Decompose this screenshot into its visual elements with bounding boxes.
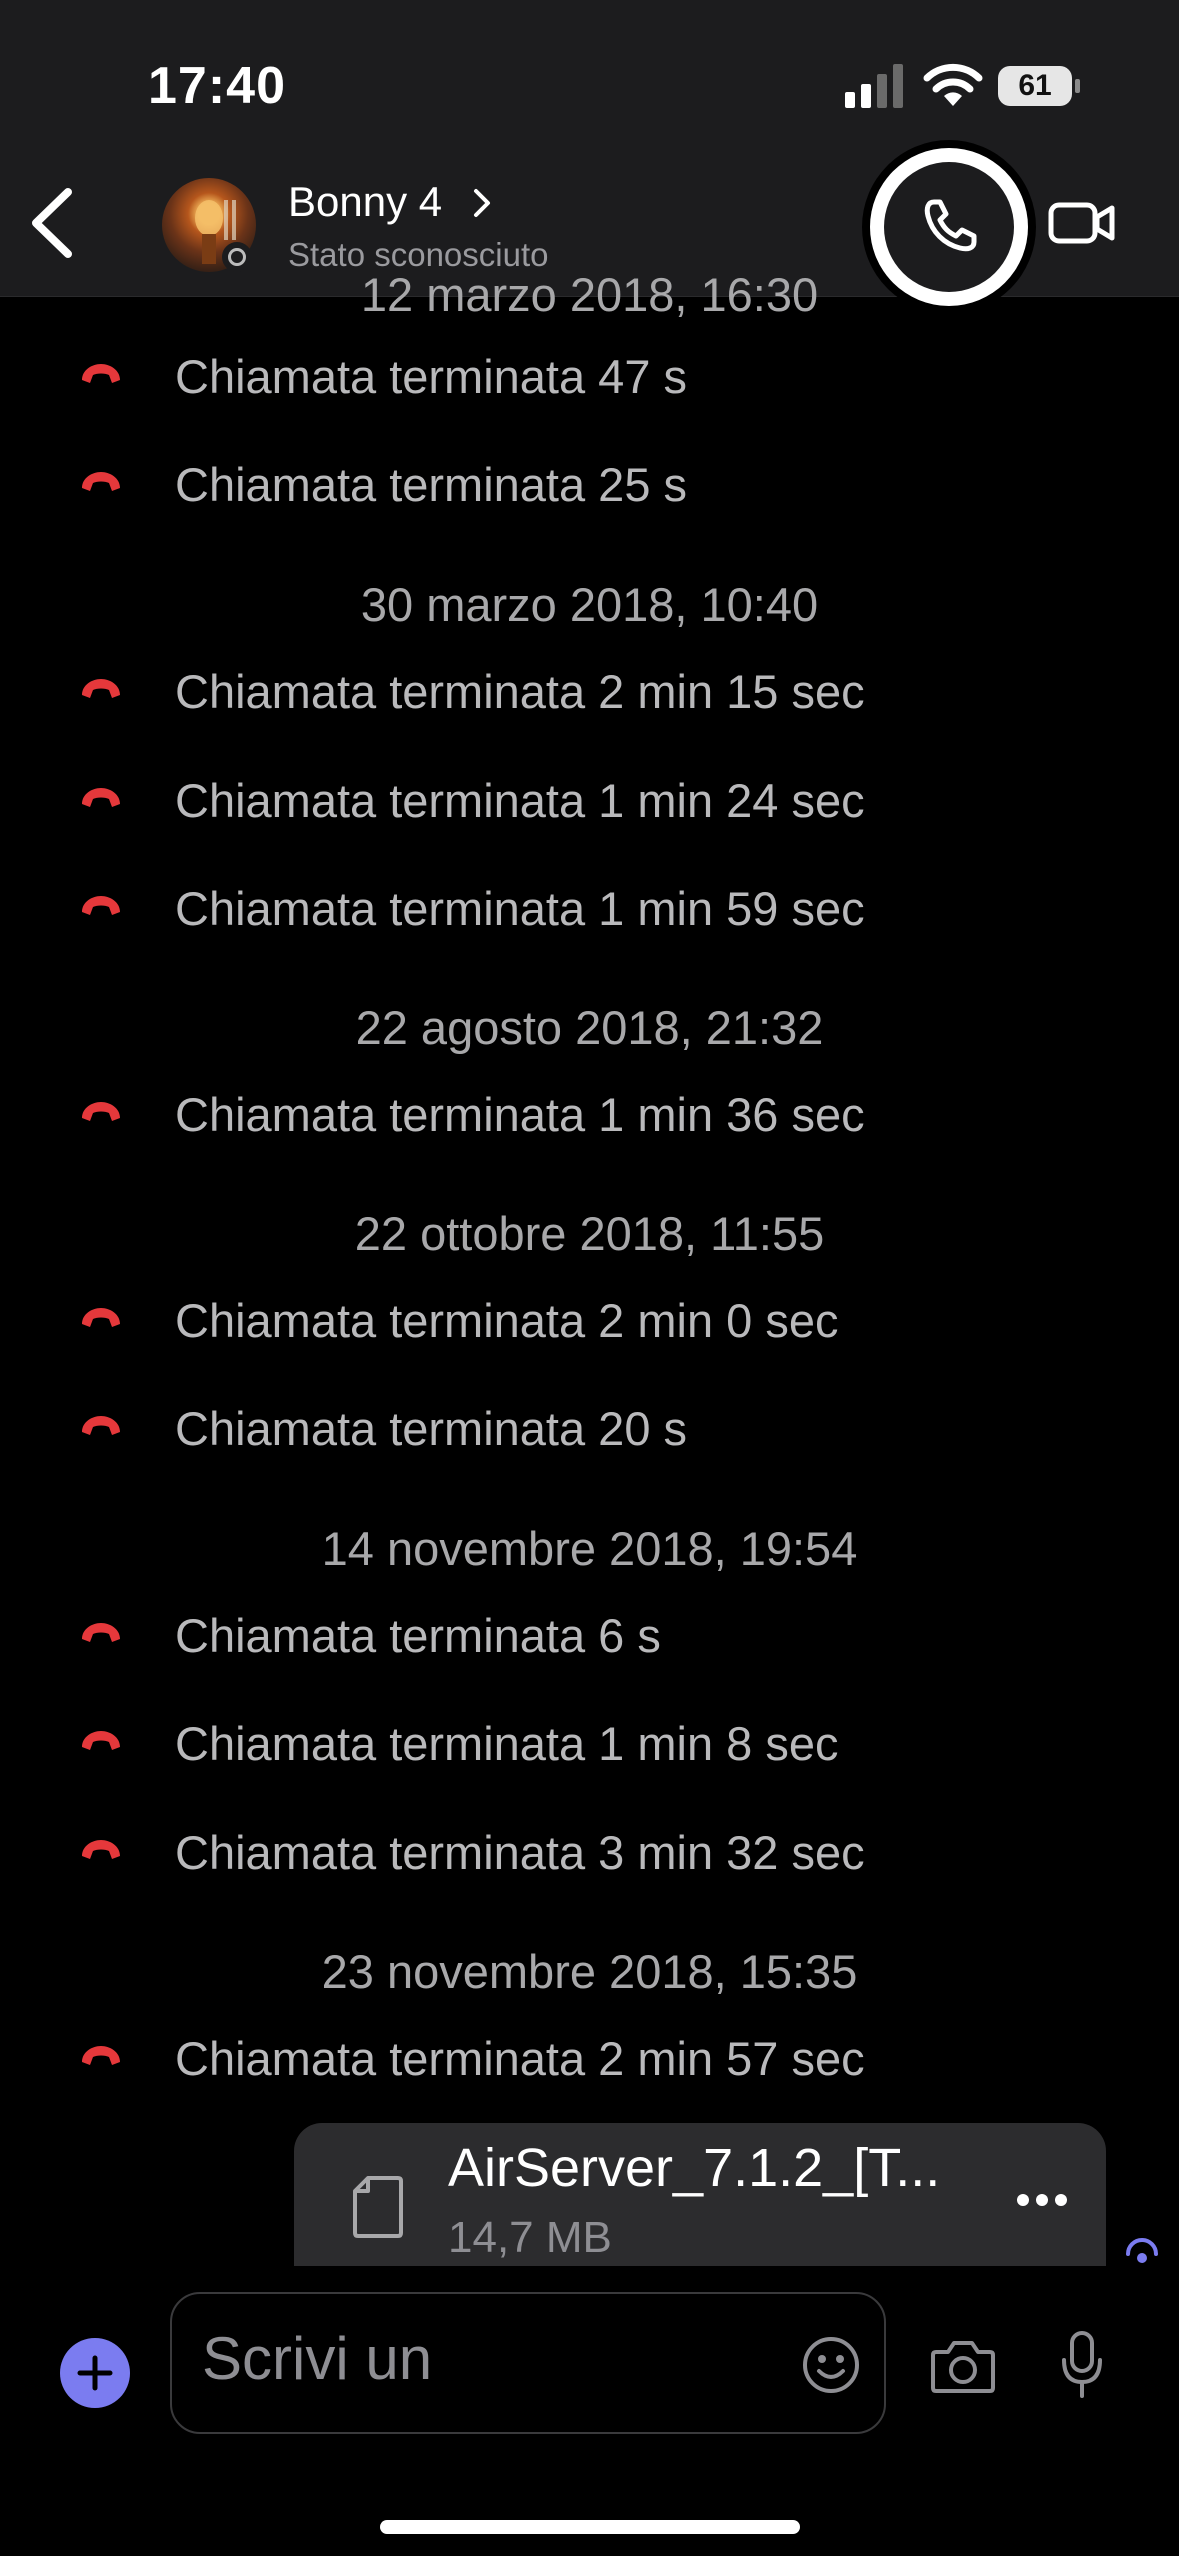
missed-call-icon (82, 1102, 120, 1121)
file-message[interactable]: AirServer_7.1.2_[T... 14,7 MB (294, 2123, 1106, 2266)
status-bar: 17:40 61 (0, 0, 1179, 150)
video-call-button[interactable] (1048, 198, 1116, 248)
contact-name[interactable]: Bonny 4 (288, 178, 442, 226)
missed-call-icon (82, 896, 120, 915)
call-text: Chiamata terminata 2 min 0 sec (175, 1294, 839, 1347)
camera-button[interactable] (930, 2338, 996, 2394)
missed-call-icon (82, 679, 120, 698)
call-entry[interactable]: Chiamata terminata 20 s (0, 1394, 1179, 1464)
message-input-placeholder: Scrivi un (202, 2325, 433, 2392)
date-separator: 22 ottobre 2018, 11:55 (354, 1207, 825, 1260)
emoji-button[interactable] (802, 2336, 860, 2394)
call-text: Chiamata terminata 1 min 24 sec (175, 774, 865, 827)
call-entry[interactable]: Chiamata terminata 1 min 8 sec (0, 1709, 1179, 1779)
call-text: Chiamata terminata 47 s (175, 350, 688, 403)
missed-call-icon (82, 1840, 120, 1859)
file-size: 14,7 MB (448, 2213, 612, 2262)
read-receipt-icon (1126, 2238, 1158, 2263)
call-text: Chiamata terminata 1 min 36 sec (175, 1088, 865, 1141)
call-text: Chiamata terminata 2 min 15 sec (175, 665, 865, 718)
missed-call-icon (82, 472, 120, 491)
date-separator: 12 marzo 2018, 16:30 (360, 268, 819, 321)
battery-icon: 61 (998, 66, 1080, 108)
back-button[interactable] (18, 180, 88, 266)
chevron-right-icon[interactable] (470, 186, 494, 220)
call-entry[interactable]: Chiamata terminata 25 s (0, 450, 1179, 520)
call-entry[interactable]: Chiamata terminata 6 s (0, 1601, 1179, 1671)
message-input[interactable]: Scrivi un (170, 2292, 886, 2434)
call-entry[interactable]: Chiamata terminata 2 min 15 sec (0, 657, 1179, 727)
date-separator: 22 agosto 2018, 21:32 (355, 1001, 824, 1054)
microphone-button[interactable] (1060, 2330, 1104, 2400)
document-icon (353, 2176, 403, 2238)
status-time: 17:40 (148, 57, 286, 115)
missed-call-icon (82, 1416, 120, 1435)
signal-icon (845, 64, 903, 108)
missed-call-icon (82, 1308, 120, 1327)
call-text: Chiamata terminata 1 min 8 sec (175, 1717, 839, 1770)
call-text: Chiamata terminata 25 s (175, 458, 688, 511)
call-entry[interactable]: Chiamata terminata 3 min 32 sec (0, 1818, 1179, 1888)
call-entry[interactable]: Chiamata terminata 47 s (0, 342, 1179, 412)
file-name: AirServer_7.1.2_[T... (448, 2138, 941, 2198)
date-separator: 14 novembre 2018, 19:54 (321, 1522, 858, 1575)
plus-icon (77, 2355, 113, 2391)
date-separator: 30 marzo 2018, 10:40 (360, 578, 819, 631)
chat-history[interactable]: 12 marzo 2018, 16:30 Chiamata terminata … (0, 268, 1179, 2297)
call-entry[interactable]: Chiamata terminata 2 min 0 sec (0, 1286, 1179, 1356)
call-text: Chiamata terminata 20 s (175, 1402, 688, 1455)
wifi-icon (923, 63, 983, 106)
more-options-icon[interactable] (1016, 2193, 1068, 2207)
call-text: Chiamata terminata 2 min 57 sec (175, 2032, 865, 2085)
call-text: Chiamata terminata 6 s (175, 1609, 661, 1662)
date-separator: 23 novembre 2018, 15:35 (321, 1945, 858, 1998)
home-indicator[interactable] (380, 2520, 800, 2534)
battery-level: 61 (1018, 69, 1052, 102)
missed-call-icon (82, 1623, 120, 1642)
message-composer: Scrivi un (0, 2268, 1179, 2556)
call-entry[interactable]: Chiamata terminata 1 min 59 sec (0, 874, 1179, 944)
missed-call-icon (82, 788, 120, 807)
call-text: Chiamata terminata 1 min 59 sec (175, 882, 865, 935)
call-entry[interactable]: Chiamata terminata 1 min 24 sec (0, 766, 1179, 836)
missed-call-icon (82, 1731, 120, 1750)
call-entry[interactable]: Chiamata terminata 1 min 36 sec (0, 1080, 1179, 1150)
missed-call-icon (82, 2046, 120, 2065)
missed-call-icon (82, 364, 120, 383)
call-text: Chiamata terminata 3 min 32 sec (175, 1826, 865, 1879)
add-attachment-button[interactable] (60, 2338, 130, 2408)
call-entry[interactable]: Chiamata terminata 2 min 57 sec (0, 2024, 1179, 2094)
